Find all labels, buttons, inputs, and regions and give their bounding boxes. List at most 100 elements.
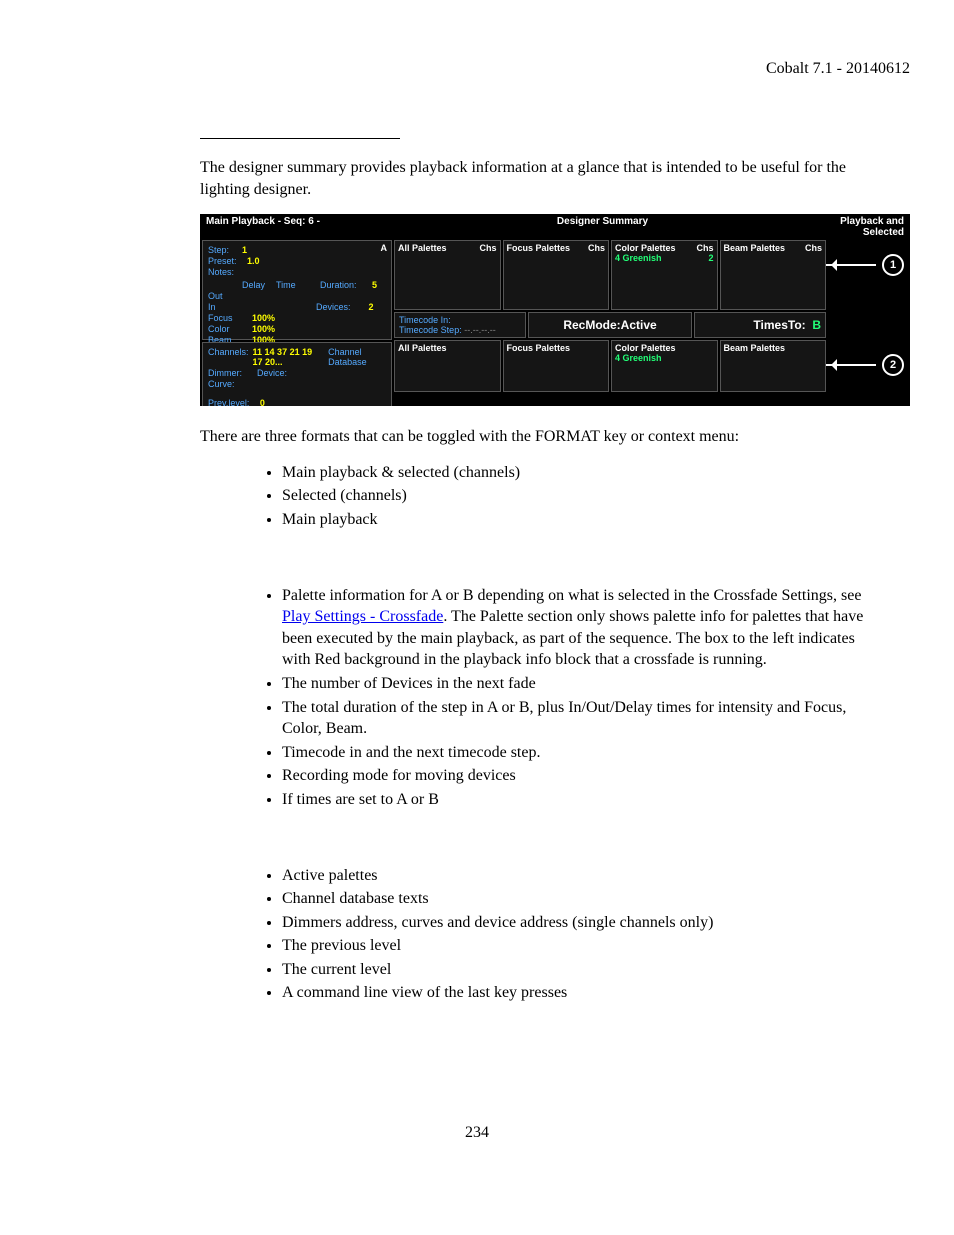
palette-color-top: Color Palettes Chs 4 Greenish 2 xyxy=(611,240,718,310)
channels-label: Channels: xyxy=(208,347,249,367)
palette-title: Focus Palettes xyxy=(507,343,571,353)
section2-list: Active palettes Channel database texts D… xyxy=(244,865,866,1005)
titlebar-center: Designer Summary xyxy=(407,214,798,240)
curve-label: Curve: xyxy=(208,379,235,389)
palette-title: Beam Palettes xyxy=(724,343,786,353)
list-item: The number of Devices in the next fade xyxy=(282,673,866,695)
palette-title: All Palettes xyxy=(398,243,447,253)
prev-level-label: Prev.level: xyxy=(208,398,249,406)
palette-chs: Chs xyxy=(805,243,822,253)
palette-beam-top: Beam Palettes Chs xyxy=(720,240,827,310)
out-label: Out xyxy=(208,291,238,301)
page-number: 234 xyxy=(44,1124,910,1142)
list-item: Channel database texts xyxy=(282,888,866,910)
palette-title: Color Palettes xyxy=(615,343,676,353)
preset-value: 1.0 xyxy=(247,256,260,266)
recmode-label: RecMode: xyxy=(563,318,620,332)
focus-label: Focus xyxy=(208,313,248,323)
list-item: The total duration of the step in A or B… xyxy=(282,697,866,740)
list-item: Main playback & selected (channels) xyxy=(282,462,866,484)
devices-value: 2 xyxy=(369,302,374,312)
list-item: Dimmers address, curves and device addre… xyxy=(282,912,866,934)
notes-label: Notes: xyxy=(208,267,234,277)
list-item: If times are set to A or B xyxy=(282,789,866,811)
palette-chs: Chs xyxy=(479,243,496,253)
callout-1: 1 xyxy=(826,254,904,276)
col-time: Time xyxy=(276,280,316,290)
intro-paragraph: The designer summary provides playback i… xyxy=(200,157,866,200)
color-value: 100% xyxy=(252,324,275,334)
app-titlebar: Main Playback - Seq: 6 - Designer Summar… xyxy=(200,214,910,240)
palette-chs: Chs xyxy=(696,243,713,253)
crossfade-link[interactable]: Play Settings - Crossfade xyxy=(282,608,443,625)
timesto-value: B xyxy=(812,318,821,332)
list-item: Main playback xyxy=(282,509,866,531)
list-item: A command line view of the last key pres… xyxy=(282,982,866,1004)
focus-value: 100% xyxy=(252,313,275,323)
arrow-icon xyxy=(826,364,876,366)
list-item: The current level xyxy=(282,959,866,981)
formats-list: Main playback & selected (channels) Sele… xyxy=(244,462,866,531)
prev-level-value: 0 xyxy=(260,398,265,406)
palette-title: Focus Palettes xyxy=(507,243,571,253)
timesto-label: TimesTo: xyxy=(753,318,805,332)
app-window: Main Playback - Seq: 6 - Designer Summar… xyxy=(200,214,910,406)
recmode-value: Active xyxy=(621,318,657,332)
in-label: In xyxy=(208,302,238,312)
palette-focus-bottom: Focus Palettes xyxy=(503,340,610,392)
section-rule xyxy=(200,138,400,139)
list-item: The previous level xyxy=(282,935,866,957)
arrow-icon xyxy=(826,264,876,266)
palette-all-top: All Palettes Chs xyxy=(394,240,501,310)
section1-list: Palette information for A or B depending… xyxy=(244,585,866,811)
step-value: 1 xyxy=(242,245,247,255)
doc-header-version: Cobalt 7.1 - 20140612 xyxy=(44,60,910,78)
channel-db-label: Channel Database xyxy=(328,347,386,367)
palette-focus-top: Focus Palettes Chs xyxy=(503,240,610,310)
palette-sub-r: 2 xyxy=(708,253,713,263)
list-item: Recording mode for moving devices xyxy=(282,765,866,787)
palette-title: All Palettes xyxy=(398,343,447,353)
playback-top-panel: A Step: 1 Preset: 1.0 Notes: Delay Time … xyxy=(202,240,392,340)
callout-number: 2 xyxy=(882,354,904,376)
palette-chs: Chs xyxy=(588,243,605,253)
palette-color-bottom: Color Palettes 4 Greenish xyxy=(611,340,718,392)
list-item: Timecode in and the next timecode step. xyxy=(282,742,866,764)
channels-value: 11 14 37 21 19 17 20... xyxy=(253,347,325,367)
palette-beam-bottom: Beam Palettes xyxy=(720,340,827,392)
formats-intro: There are three formats that can be togg… xyxy=(200,426,866,448)
palette-title: Beam Palettes xyxy=(724,243,786,253)
list-item: Active palettes xyxy=(282,865,866,887)
tc-step-value: --.--.--.-- xyxy=(464,325,495,335)
color-label: Color xyxy=(208,324,248,334)
list-item: Selected (channels) xyxy=(282,485,866,507)
titlebar-right: Playback and Selected xyxy=(798,214,910,240)
callout-2: 2 xyxy=(826,354,904,376)
recmode-box: RecMode:Active xyxy=(528,312,693,338)
step-label: Step: xyxy=(208,245,229,255)
preset-label: Preset: xyxy=(208,256,237,266)
titlebar-left: Main Playback - Seq: 6 - xyxy=(200,214,407,240)
playback-bottom-panel: Channels: 11 14 37 21 19 17 20... Channe… xyxy=(202,342,392,406)
corner-a-label: A xyxy=(381,243,388,253)
timecode-box: Timecode In: Timecode Step: --.--.--.-- xyxy=(394,312,526,338)
duration-value: 5 xyxy=(372,280,377,290)
timesto-box: TimesTo: B xyxy=(694,312,826,338)
palette-sub: 4 Greenish xyxy=(615,253,662,263)
tc-in-label: Timecode In: xyxy=(399,315,451,325)
playback-column: A Step: 1 Preset: 1.0 Notes: Delay Time … xyxy=(202,240,392,406)
duration-label: Duration: xyxy=(320,280,357,290)
list-item: Palette information for A or B depending… xyxy=(282,585,866,671)
app-screenshot: Main Playback - Seq: 6 - Designer Summar… xyxy=(200,214,910,406)
col-delay: Delay xyxy=(242,280,272,290)
text-span: Palette information for A or B depending… xyxy=(282,587,861,604)
status-row: Timecode In: Timecode Step: --.--.--.-- … xyxy=(394,312,908,338)
dimmer-label: Dimmer: xyxy=(208,368,253,378)
device-label: Device: xyxy=(257,368,287,378)
palette-title: Color Palettes xyxy=(615,243,676,253)
callout-number: 1 xyxy=(882,254,904,276)
palette-all-bottom: All Palettes xyxy=(394,340,501,392)
palette-sub: 4 Greenish xyxy=(615,353,662,363)
devices-label: Devices: xyxy=(316,302,351,312)
tc-step-label: Timecode Step: xyxy=(399,325,462,335)
